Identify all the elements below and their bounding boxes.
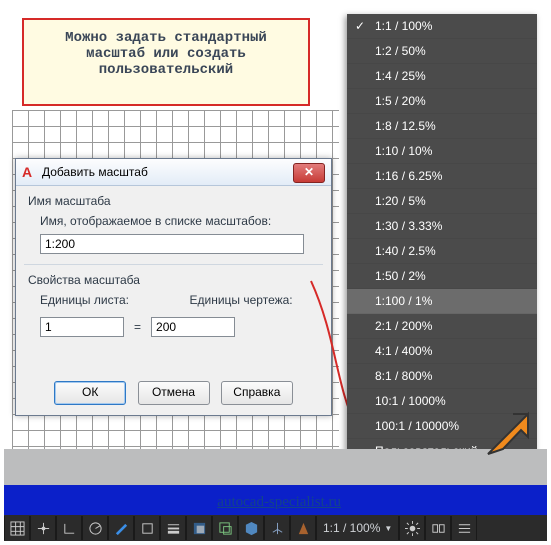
status-bar: 1:1 / 100% ▼	[4, 515, 547, 541]
gear-icon[interactable]	[399, 516, 425, 540]
scale-option[interactable]: 1:2 / 50%	[347, 39, 537, 64]
logo-arrow-icon	[483, 409, 533, 459]
group-scale-props: Свойства масштаба	[28, 273, 319, 287]
chevron-down-icon: ▼	[384, 524, 392, 533]
scale-option[interactable]: 1:20 / 5%	[347, 189, 537, 214]
paper-units-input[interactable]	[40, 317, 124, 337]
transparency-icon[interactable]	[186, 516, 212, 540]
scale-option[interactable]: 8:1 / 800%	[347, 364, 537, 389]
scale-option[interactable]: 1:4 / 25%	[347, 64, 537, 89]
scale-option[interactable]: 1:40 / 2.5%	[347, 239, 537, 264]
dynamic-ucs-icon[interactable]	[264, 516, 290, 540]
equals-sign: =	[134, 320, 141, 334]
scale-option[interactable]: 1:30 / 3.33%	[347, 214, 537, 239]
customize-icon[interactable]	[451, 516, 477, 540]
scale-option[interactable]: 1:16 / 6.25%	[347, 164, 537, 189]
lineweight-icon[interactable]	[160, 516, 186, 540]
add-scale-dialog: A Добавить масштаб ✕ Имя масштаба Имя, о…	[15, 158, 332, 416]
cancel-button[interactable]: Отмена	[138, 381, 210, 405]
scale-option[interactable]: 1:8 / 12.5%	[347, 114, 537, 139]
label-display-name: Имя, отображаемое в списке масштабов:	[40, 214, 319, 228]
app-icon: A	[22, 164, 38, 180]
scale-option[interactable]: 1:50 / 2%	[347, 264, 537, 289]
scale-dropdown[interactable]: 1:1 / 100% ▼	[316, 516, 399, 540]
polar-icon[interactable]	[82, 516, 108, 540]
titlebar[interactable]: A Добавить масштаб ✕	[16, 159, 331, 186]
scale-option[interactable]: 4:1 / 400%	[347, 339, 537, 364]
drawing-units-input[interactable]	[151, 317, 235, 337]
label-drawing-units: Единицы чертежа:	[190, 293, 320, 307]
scale-option[interactable]: 2:1 / 200%	[347, 314, 537, 339]
scale-option[interactable]: 1:100 / 1%	[347, 289, 537, 314]
help-button[interactable]: Справка	[221, 381, 293, 405]
osnap-icon[interactable]	[134, 516, 160, 540]
scale-option[interactable]: 1:10 / 10%	[347, 139, 537, 164]
selection-icon[interactable]	[212, 516, 238, 540]
annotation-icon[interactable]	[290, 516, 316, 540]
dialog-title: Добавить масштаб	[42, 165, 148, 179]
layout-band	[4, 449, 547, 485]
group-scale-name: Имя масштаба	[28, 194, 319, 208]
isolate-icon[interactable]	[425, 516, 451, 540]
ok-button[interactable]: ОК	[54, 381, 126, 405]
scale-option[interactable]: 1:1 / 100%	[347, 14, 537, 39]
scale-option[interactable]: 1:5 / 20%	[347, 89, 537, 114]
label-paper-units: Единицы листа:	[40, 293, 170, 307]
grid-icon[interactable]	[4, 516, 30, 540]
snap-icon[interactable]	[30, 516, 56, 540]
osnap3d-icon[interactable]	[238, 516, 264, 540]
ortho-icon[interactable]	[56, 516, 82, 540]
watermark: autocad-specialist.ru	[217, 494, 341, 511]
close-button[interactable]: ✕	[293, 163, 325, 183]
scale-value: 1:1 / 100%	[323, 521, 380, 535]
note-text: Можно задать стандартный масштаб или соз…	[65, 30, 267, 78]
isodraft-icon[interactable]	[108, 516, 134, 540]
annotation-note: Можно задать стандартный масштаб или соз…	[22, 18, 310, 106]
scale-name-input[interactable]	[40, 234, 304, 254]
